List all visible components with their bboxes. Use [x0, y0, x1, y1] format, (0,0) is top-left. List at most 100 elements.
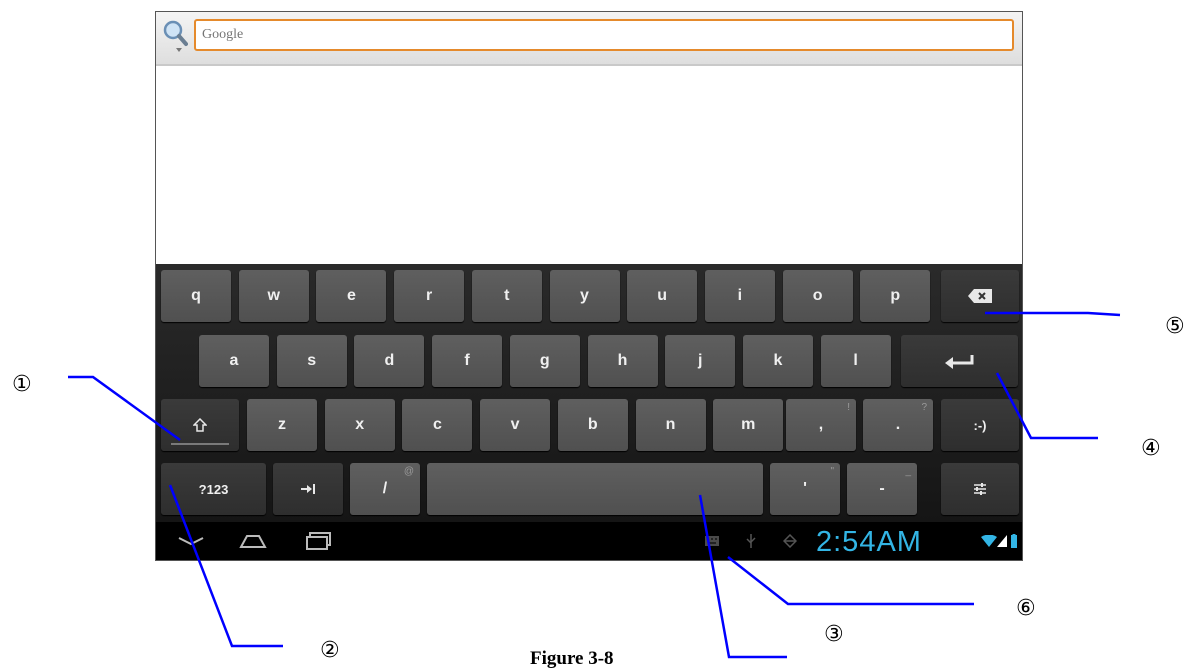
key-y[interactable]: y [549, 270, 620, 322]
callout-5: ⑤ [1165, 314, 1185, 339]
system-bar: 2:54AM [156, 522, 1022, 560]
backspace-key[interactable] [941, 270, 1019, 322]
symbols-label: ?123 [198, 481, 229, 497]
key-c[interactable]: c [402, 399, 473, 451]
dash-label: - [879, 480, 885, 497]
enter-key[interactable] [901, 335, 1018, 387]
key-label: p [890, 287, 901, 304]
key-label: a [229, 352, 239, 369]
key-a[interactable]: a [199, 335, 269, 387]
search-input[interactable] [194, 19, 1014, 51]
apostrophe-hint: " [830, 466, 834, 477]
key-label: n [665, 416, 676, 433]
keyboard-status-icon[interactable] [704, 522, 720, 560]
home-button[interactable] [236, 522, 270, 560]
key-label: r [425, 287, 433, 304]
key-i[interactable]: i [704, 270, 775, 322]
soft-keyboard: q w e r t y u i o p a s d f g h j k l z x c v b n m , ! . ?:-)… [156, 264, 1022, 522]
backspace-icon [968, 289, 992, 303]
key-k[interactable]: k [742, 335, 813, 387]
key-label: g [539, 352, 550, 369]
callout-2: ② [320, 638, 340, 663]
key-f[interactable]: f [432, 335, 503, 387]
key-label: s [307, 352, 317, 369]
key-label: v [510, 416, 520, 433]
dash-key[interactable]: - _ [847, 463, 917, 515]
back-button[interactable] [174, 522, 208, 560]
settings-key[interactable] [941, 463, 1019, 515]
key-p[interactable]: p [860, 270, 931, 322]
key-label: j [697, 352, 703, 369]
key-q[interactable]: q [161, 270, 231, 322]
key-e[interactable]: e [316, 270, 387, 322]
comma-key[interactable]: , ! [786, 399, 856, 451]
symbols-key[interactable]: ?123 [161, 463, 266, 515]
key-label: u [657, 287, 668, 304]
key-label: d [384, 352, 395, 369]
key-b[interactable]: b [557, 399, 628, 451]
period-hint: ? [921, 402, 927, 413]
signal-icon [996, 522, 1008, 560]
key-label: x [355, 416, 365, 433]
recent-apps-button[interactable] [302, 522, 336, 560]
slash-key[interactable]: / @ [350, 463, 420, 515]
key-u[interactable]: u [627, 270, 698, 322]
settings-sliders-icon [974, 483, 986, 495]
key-label: w [267, 287, 280, 304]
smiley-key[interactable]: :-) [941, 399, 1019, 451]
key-label: f [464, 352, 470, 369]
period-key[interactable]: . ? [863, 399, 933, 451]
dash-hint: _ [905, 466, 911, 477]
key-label: e [346, 287, 356, 304]
smiley-label: :-) [973, 417, 987, 433]
key-x[interactable]: x [324, 399, 395, 451]
apostrophe-label: ' [803, 480, 807, 497]
comma-hint: ! [847, 402, 850, 413]
tab-key[interactable] [273, 463, 343, 515]
space-key[interactable] [427, 463, 763, 515]
slash-label: / [382, 480, 388, 497]
back-chevron-icon [178, 537, 204, 546]
shift-key[interactable] [161, 399, 239, 451]
search-icon[interactable] [162, 19, 188, 53]
key-label: q [191, 287, 201, 304]
key-h[interactable]: h [587, 335, 658, 387]
clock[interactable]: 2:54AM [816, 526, 922, 559]
key-j[interactable]: j [665, 335, 736, 387]
key-label: z [278, 416, 286, 433]
tab-icon [301, 484, 315, 494]
key-w[interactable]: w [238, 270, 309, 322]
slash-hint: @ [403, 466, 414, 477]
usb-icon [744, 522, 758, 560]
callout-1: ① [12, 372, 32, 397]
key-z[interactable]: z [247, 399, 317, 451]
figure-caption: Figure 3-8 [530, 648, 614, 669]
key-l[interactable]: l [820, 335, 891, 387]
apostrophe-key[interactable]: ' " [770, 463, 840, 515]
key-label: h [617, 352, 628, 369]
key-m[interactable]: m [713, 399, 784, 451]
content-area [156, 66, 1022, 264]
key-label: i [737, 287, 743, 304]
key-label: b [587, 416, 598, 433]
key-label: t [504, 287, 510, 304]
shift-underline [171, 443, 229, 445]
key-label: m [741, 416, 756, 433]
debug-icon [782, 522, 798, 560]
key-v[interactable]: v [480, 399, 551, 451]
key-n[interactable]: n [635, 399, 706, 451]
callout-3: ③ [824, 622, 844, 647]
key-s[interactable]: s [276, 335, 347, 387]
tablet-screen: q w e r t y u i o p a s d f g h j k l z x c v b n m , ! [155, 11, 1023, 561]
callout-line-6 [727, 556, 974, 606]
key-o[interactable]: o [782, 270, 853, 322]
period-label: . [895, 416, 901, 433]
home-icon [239, 535, 267, 548]
key-g[interactable]: g [509, 335, 580, 387]
key-d[interactable]: d [354, 335, 425, 387]
key-label: y [580, 287, 589, 304]
key-r[interactable]: r [394, 270, 465, 322]
battery-icon [1009, 522, 1019, 560]
key-label: l [853, 352, 858, 369]
key-t[interactable]: t [471, 270, 542, 322]
